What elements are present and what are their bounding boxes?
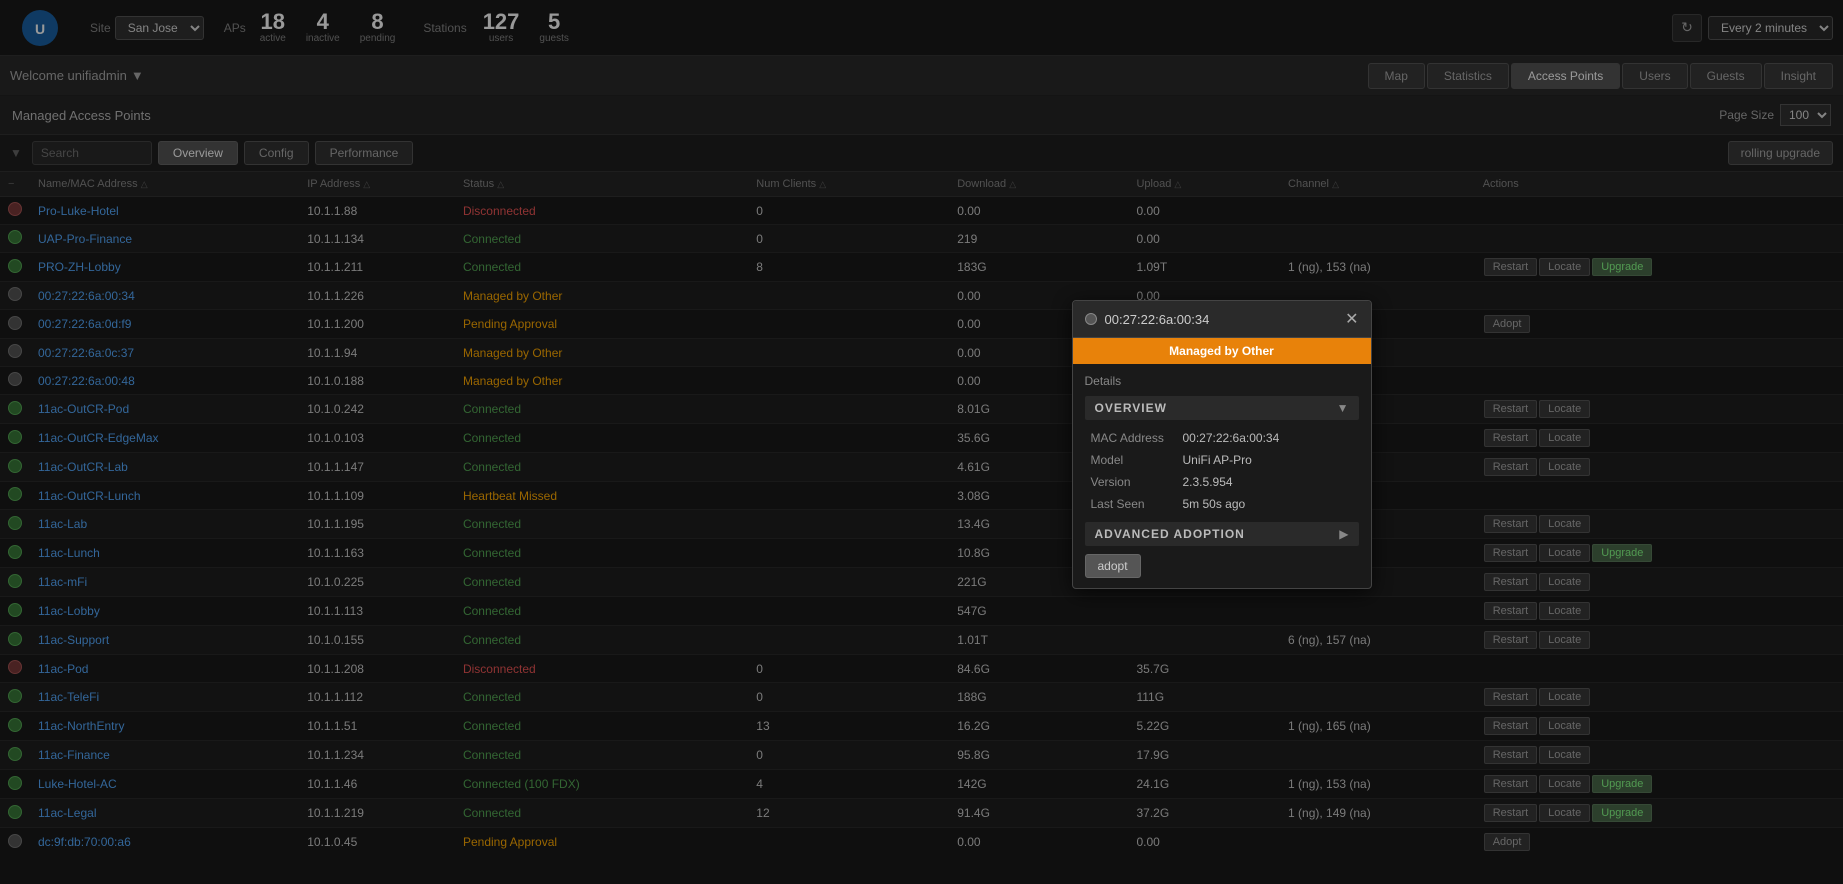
modal-advanced-arrow: ▶ xyxy=(1339,527,1348,541)
modal-lastseen-label: Last Seen xyxy=(1087,494,1177,514)
modal-model-row: Model UniFi AP-Pro xyxy=(1087,450,1357,470)
modal-status-bar: Managed by Other xyxy=(1073,338,1371,364)
modal-body: Details OVERVIEW ▼ MAC Address 00:27:22:… xyxy=(1073,364,1371,588)
modal-device-icon xyxy=(1085,313,1097,325)
modal-header: 00:27:22:6a:00:34 ✕ xyxy=(1073,301,1371,338)
modal-overview-label: OVERVIEW xyxy=(1095,401,1167,415)
modal-overview-arrow: ▼ xyxy=(1337,401,1349,415)
modal-close-button[interactable]: ✕ xyxy=(1345,309,1358,329)
modal-overview-toggle[interactable]: OVERVIEW ▼ xyxy=(1085,396,1359,420)
modal-header-title: 00:27:22:6a:00:34 xyxy=(1085,312,1210,327)
modal-version-row: Version 2.3.5.954 xyxy=(1087,472,1357,492)
modal-lastseen-row: Last Seen 5m 50s ago xyxy=(1087,494,1357,514)
modal-advanced-toggle[interactable]: ADVANCED ADOPTION ▶ xyxy=(1085,522,1359,546)
modal-version-label: Version xyxy=(1087,472,1177,492)
modal-model-label: Model xyxy=(1087,450,1177,470)
modal-details-title: Details xyxy=(1085,374,1359,388)
modal-mac-row: MAC Address 00:27:22:6a:00:34 xyxy=(1087,428,1357,448)
device-detail-modal: 00:27:22:6a:00:34 ✕ Managed by Other Det… xyxy=(1072,300,1372,589)
modal-lastseen-value: 5m 50s ago xyxy=(1179,494,1357,514)
modal-device-id: 00:27:22:6a:00:34 xyxy=(1105,312,1210,327)
adopt-button[interactable]: adopt xyxy=(1085,554,1141,578)
modal-overview-table: MAC Address 00:27:22:6a:00:34 Model UniF… xyxy=(1085,426,1359,516)
modal-mac-value: 00:27:22:6a:00:34 xyxy=(1179,428,1357,448)
modal-mac-label: MAC Address xyxy=(1087,428,1177,448)
modal-advanced-label: ADVANCED ADOPTION xyxy=(1095,527,1245,541)
modal-overlay: 00:27:22:6a:00:34 ✕ Managed by Other Det… xyxy=(0,0,1843,884)
modal-version-value: 2.3.5.954 xyxy=(1179,472,1357,492)
modal-model-value: UniFi AP-Pro xyxy=(1179,450,1357,470)
